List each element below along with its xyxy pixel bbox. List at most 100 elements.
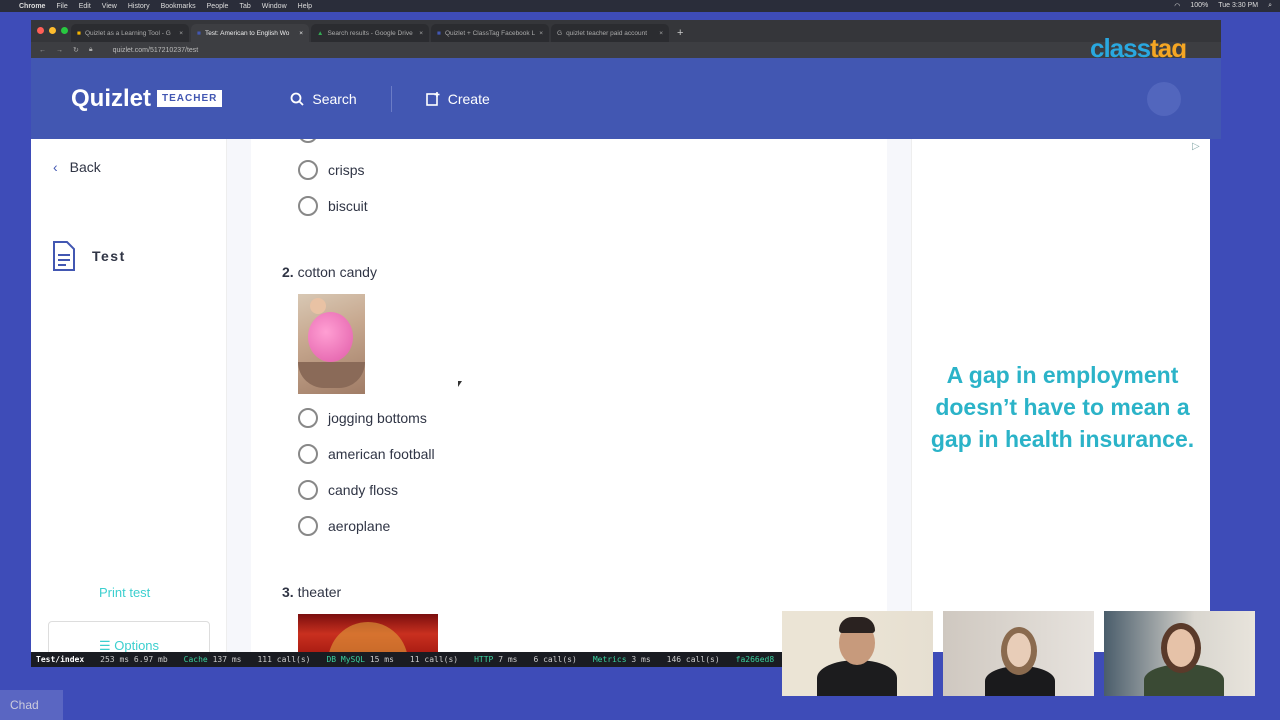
video-tile-participant-1[interactable] bbox=[782, 611, 933, 696]
radio-button[interactable] bbox=[298, 160, 318, 180]
wifi-icon[interactable]: ◠ bbox=[1174, 2, 1180, 10]
participant-head bbox=[1007, 633, 1031, 667]
search-nav-button[interactable]: Search bbox=[290, 90, 357, 107]
new-tab-button[interactable]: + bbox=[671, 27, 689, 42]
zoom-window-icon[interactable] bbox=[61, 27, 68, 34]
question-term: cotton candy bbox=[297, 264, 377, 280]
close-window-icon[interactable] bbox=[37, 27, 44, 34]
answer-option[interactable]: crisps bbox=[298, 160, 365, 180]
close-tab-icon[interactable]: × bbox=[659, 30, 663, 37]
participant-body bbox=[817, 660, 897, 696]
battery-status[interactable]: 100% bbox=[1190, 2, 1208, 10]
debug-http[interactable]: HTTP 7 ms bbox=[474, 655, 517, 664]
reload-icon[interactable]: ↻ bbox=[73, 46, 79, 54]
browser-tab-strip: ■ Quizlet as a Learning Tool - G × ■ Test: … bbox=[31, 20, 1221, 42]
forward-arrow-icon[interactable]: → bbox=[56, 47, 63, 54]
answer-option[interactable]: jogging bottoms bbox=[298, 408, 427, 428]
back-label: Back bbox=[69, 159, 101, 175]
search-icon bbox=[290, 92, 304, 106]
sidebar-item-test[interactable]: Test bbox=[52, 241, 126, 271]
browser-tab[interactable]: Gquizlet teacher paid account × bbox=[551, 24, 669, 42]
radio-button[interactable] bbox=[298, 516, 318, 536]
menu-window[interactable]: Window bbox=[262, 3, 287, 10]
debug-cache[interactable]: Cache 137 ms bbox=[184, 655, 242, 664]
browser-tab[interactable]: ▲ Search results - Google Drive × bbox=[311, 24, 429, 42]
browser-tab[interactable]: ■ Quizlet + ClassTag Facebook L × bbox=[431, 24, 549, 42]
back-arrow-icon[interactable]: ← bbox=[39, 47, 46, 54]
url-field[interactable]: quizlet.com/517210237/test bbox=[113, 47, 199, 54]
debug-route[interactable]: Test/index bbox=[36, 655, 84, 664]
mouse-cursor-icon bbox=[458, 381, 462, 387]
menu-view[interactable]: View bbox=[102, 3, 117, 10]
print-test-link[interactable]: Print test bbox=[99, 585, 150, 600]
menu-bookmarks[interactable]: Bookmarks bbox=[161, 3, 196, 10]
spotlight-icon[interactable]: ⌕ bbox=[1268, 2, 1272, 10]
answer-option-partial[interactable] bbox=[298, 139, 318, 143]
participant-hair bbox=[839, 617, 875, 633]
avatar[interactable] bbox=[1147, 82, 1181, 116]
teacher-badge: TEACHER bbox=[157, 90, 223, 107]
debug-db-calls: 11 call(s) bbox=[409, 655, 459, 664]
radio-button[interactable] bbox=[298, 480, 318, 500]
option-label: biscuit bbox=[328, 198, 368, 214]
menu-edit[interactable]: Edit bbox=[79, 3, 91, 10]
debug-db[interactable]: DB MySQL 15 ms bbox=[326, 655, 393, 664]
debug-http-calls: 6 call(s) bbox=[533, 655, 577, 664]
video-tile-participant-2[interactable] bbox=[943, 611, 1094, 696]
menu-people[interactable]: People bbox=[207, 3, 229, 10]
debug-cache-calls: 111 call(s) bbox=[257, 655, 311, 664]
question-term: theater bbox=[297, 584, 342, 600]
adchoices-icon[interactable]: ▷ bbox=[1192, 141, 1206, 155]
debug-hash: fa266ed8 bbox=[735, 655, 775, 664]
header-divider bbox=[390, 85, 392, 112]
create-nav-button[interactable]: Create bbox=[425, 91, 490, 107]
quizlet-header: Quizlet TEACHER Search Create bbox=[31, 58, 1221, 139]
back-button[interactable]: ‹ Back bbox=[53, 159, 101, 175]
quizlet-logo[interactable]: Quizlet TEACHER bbox=[71, 84, 223, 113]
participant-head bbox=[1167, 629, 1195, 667]
minimize-window-icon[interactable] bbox=[49, 27, 56, 34]
question-number: 3. bbox=[282, 584, 294, 600]
tab-favicon-icon: ■ bbox=[77, 29, 81, 37]
menu-help[interactable]: Help bbox=[298, 3, 312, 10]
sidebar-item-label: Test bbox=[92, 248, 126, 264]
tab-label: quizlet teacher paid account bbox=[566, 29, 648, 37]
menu-file[interactable]: File bbox=[56, 3, 67, 10]
option-label: crisps bbox=[328, 162, 365, 178]
debug-metrics[interactable]: Metrics 3 ms bbox=[593, 655, 651, 664]
radio-button[interactable] bbox=[298, 196, 318, 216]
debug-metrics-calls: 146 call(s) bbox=[666, 655, 720, 664]
answer-option[interactable]: candy floss bbox=[298, 480, 398, 500]
clock[interactable]: Tue 3:30 PM bbox=[1218, 2, 1258, 10]
test-content: crisps biscuit 2. cotton candy jogging b… bbox=[251, 139, 887, 652]
debug-toolbar: Test/index 253 ms 6.97 mb Cache 137 ms 1… bbox=[31, 652, 783, 667]
menu-history[interactable]: History bbox=[128, 3, 150, 10]
search-label: Search bbox=[312, 90, 357, 107]
close-tab-icon[interactable]: × bbox=[539, 30, 543, 37]
answer-option[interactable]: aeroplane bbox=[298, 516, 390, 536]
answer-option[interactable]: american football bbox=[298, 444, 435, 464]
radio-button[interactable] bbox=[298, 408, 318, 428]
video-tile-participant-3[interactable] bbox=[1104, 611, 1255, 696]
browser-tab[interactable]: ■ Quizlet as a Learning Tool - G × bbox=[71, 24, 189, 42]
tab-favicon-icon: ■ bbox=[197, 29, 201, 37]
menu-tab[interactable]: Tab bbox=[239, 3, 250, 10]
mac-menu-bar: Chrome File Edit View History Bookmarks … bbox=[0, 0, 1280, 12]
menu-app-name[interactable]: Chrome bbox=[19, 3, 45, 10]
tab-label: Test: American to English Wo bbox=[204, 29, 290, 37]
radio-button[interactable] bbox=[298, 139, 318, 143]
sidebar: ‹ Back Test Print test ☰ Options bbox=[31, 139, 227, 661]
logo-text: Quizlet bbox=[71, 84, 152, 112]
advertisement[interactable]: ▷ A gap in employment doesn’t have to me… bbox=[911, 139, 1210, 652]
option-label: candy floss bbox=[328, 482, 399, 498]
close-tab-icon[interactable]: × bbox=[419, 30, 423, 37]
close-tab-icon[interactable]: × bbox=[179, 30, 183, 37]
tab-label: Quizlet + ClassTag Facebook L bbox=[444, 29, 536, 37]
window-controls bbox=[37, 27, 68, 34]
browser-tab-active[interactable]: ■ Test: American to English Wo × bbox=[191, 24, 309, 42]
radio-button[interactable] bbox=[298, 444, 318, 464]
tab-favicon-icon: ▲ bbox=[317, 29, 324, 37]
close-tab-icon[interactable]: × bbox=[299, 30, 303, 37]
answer-option[interactable]: biscuit bbox=[298, 196, 368, 216]
debug-time[interactable]: 253 ms 6.97 mb bbox=[100, 655, 167, 664]
